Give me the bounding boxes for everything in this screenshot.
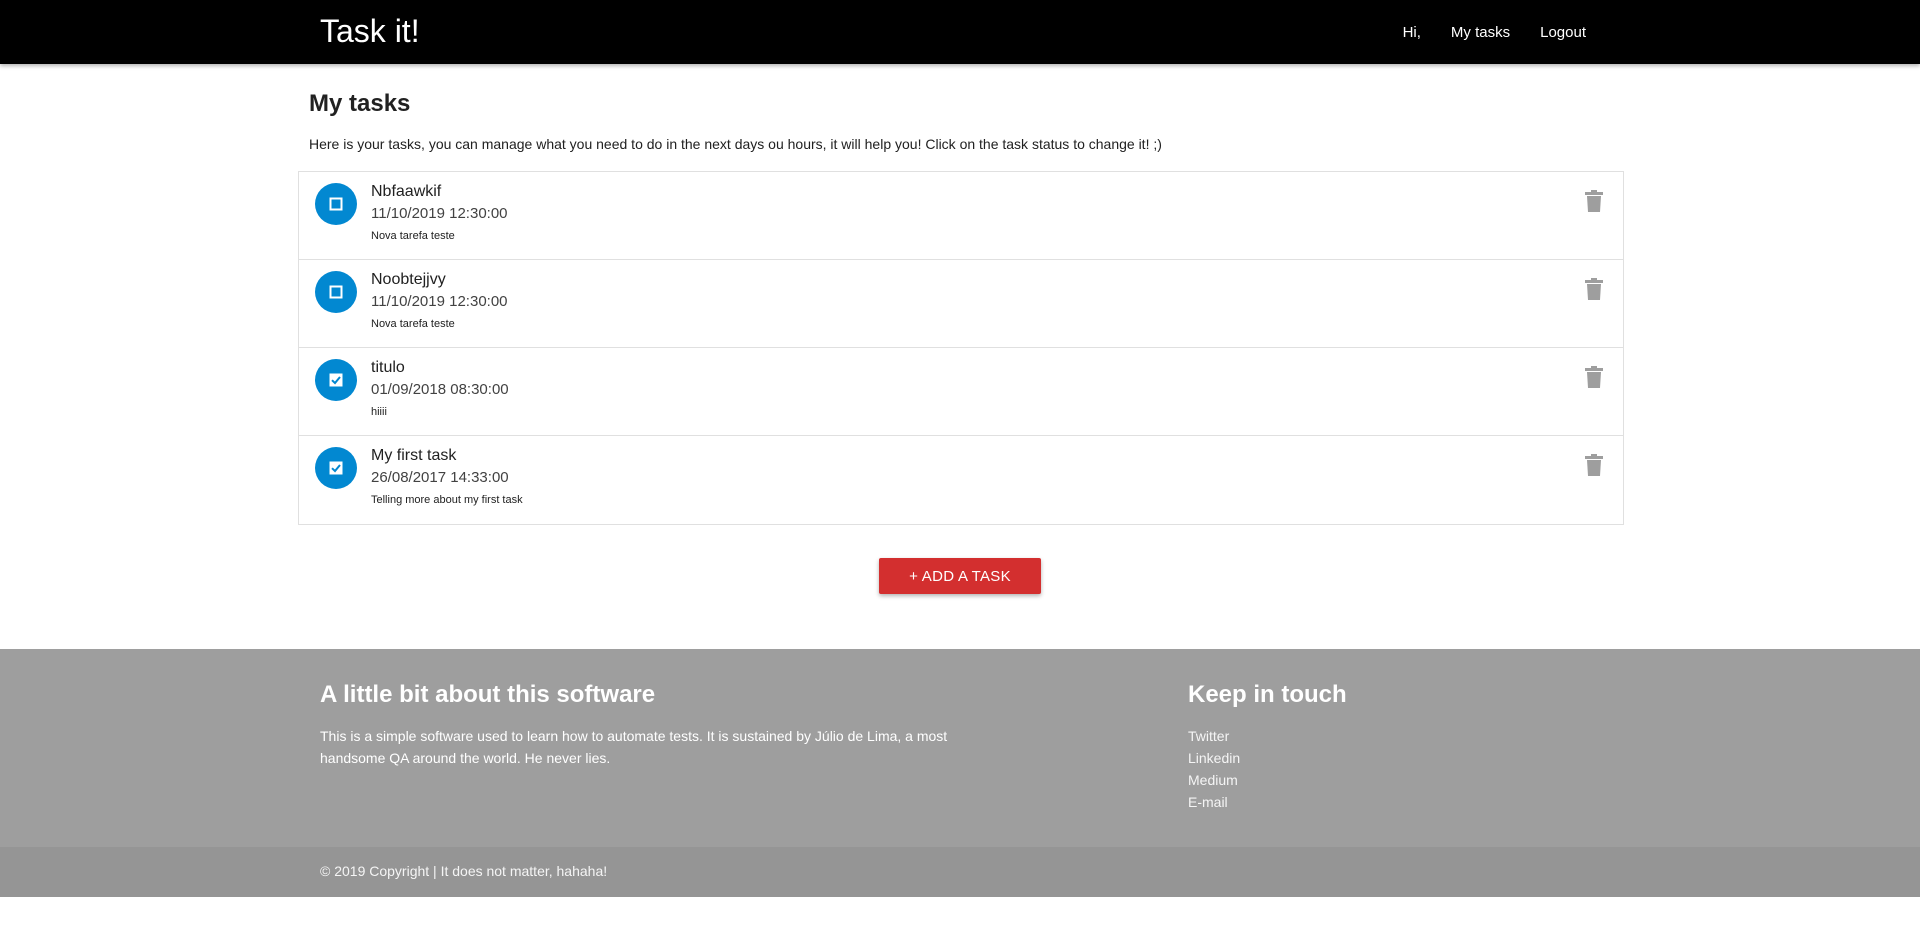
footer-link-twitter[interactable]: Twitter <box>1188 725 1240 747</box>
nav-greeting[interactable]: Hi, <box>1403 24 1421 41</box>
task-description: Nova tarefa teste <box>371 230 455 242</box>
task-date: 11/10/2019 12:30:00 <box>371 205 508 222</box>
task-item: Nbfaawkif 11/10/2019 12:30:00 Nova taref… <box>299 172 1623 260</box>
task-title: Nbfaawkif <box>371 183 442 200</box>
task-item: My first task 26/08/2017 14:33:00 Tellin… <box>299 436 1623 524</box>
add-task-button[interactable]: + ADD A TASK <box>879 558 1041 594</box>
task-description: hiiii <box>371 406 387 418</box>
task-status-button[interactable] <box>315 359 357 401</box>
footer-about-title: A little bit about this software <box>320 681 656 708</box>
nav-links: Hi, My tasks Logout <box>1373 0 1586 64</box>
checkbox-checked-icon <box>329 461 343 475</box>
task-title: My first task <box>371 447 457 464</box>
navbar: Task it! Hi, My tasks Logout <box>0 0 1920 64</box>
page-title: My tasks <box>309 90 411 117</box>
trash-icon[interactable] <box>1585 190 1603 212</box>
footer-links: Twitter Linkedin Medium E-mail <box>1188 725 1240 813</box>
task-title: Noobtejjvy <box>371 271 446 288</box>
task-item: Noobtejjvy 11/10/2019 12:30:00 Nova tare… <box>299 260 1623 348</box>
task-description: Telling more about my first task <box>371 494 523 506</box>
task-status-button[interactable] <box>315 183 357 225</box>
task-date: 26/08/2017 14:33:00 <box>371 469 509 486</box>
trash-icon[interactable] <box>1585 278 1603 300</box>
task-list: Nbfaawkif 11/10/2019 12:30:00 Nova taref… <box>298 171 1624 525</box>
nav-my-tasks[interactable]: My tasks <box>1451 24 1510 41</box>
task-title: titulo <box>371 359 405 376</box>
footer-link-email[interactable]: E-mail <box>1188 791 1240 813</box>
copyright-text: © 2019 Copyright | It does not matter, h… <box>320 863 608 879</box>
task-description: Nova tarefa teste <box>371 318 455 330</box>
task-item: titulo 01/09/2018 08:30:00 hiiii <box>299 348 1623 436</box>
task-status-button[interactable] <box>315 447 357 489</box>
task-date: 01/09/2018 08:30:00 <box>371 381 509 398</box>
footer-touch-title: Keep in touch <box>1188 681 1347 708</box>
checkbox-checked-icon <box>329 373 343 387</box>
nav-logout[interactable]: Logout <box>1540 24 1586 41</box>
checkbox-empty-icon <box>329 197 343 211</box>
footer-link-linkedin[interactable]: Linkedin <box>1188 747 1240 769</box>
checkbox-empty-icon <box>329 285 343 299</box>
copyright-bar: © 2019 Copyright | It does not matter, h… <box>0 847 1920 897</box>
footer-link-medium[interactable]: Medium <box>1188 769 1240 791</box>
trash-icon[interactable] <box>1585 366 1603 388</box>
footer-about-text: This is a simple software used to learn … <box>320 728 948 766</box>
trash-icon[interactable] <box>1585 454 1603 476</box>
task-status-button[interactable] <box>315 271 357 313</box>
brand-logo[interactable]: Task it! <box>320 11 420 51</box>
task-date: 11/10/2019 12:30:00 <box>371 293 508 310</box>
footer: A little bit about this software This is… <box>0 649 1920 847</box>
page-description: Here is your tasks, you can manage what … <box>309 136 1162 152</box>
